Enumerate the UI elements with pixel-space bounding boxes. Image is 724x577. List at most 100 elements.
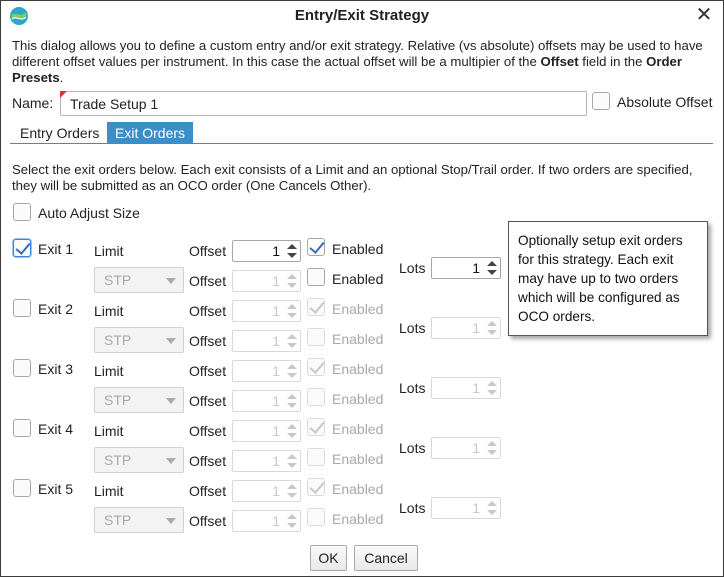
- description-bold-offset: Offset: [540, 54, 579, 69]
- exit-4-stop-type-select[interactable]: STP: [94, 447, 184, 473]
- auto-adjust-size-checkbox[interactable]: [13, 203, 31, 221]
- exit-1-limit-label: Limit: [94, 243, 124, 259]
- exit-3-limit-offset-label: Offset: [189, 363, 227, 379]
- exit-3-lots-value: 1: [472, 380, 480, 396]
- name-label: Name:: [12, 95, 54, 111]
- chevron-down-icon: [166, 518, 176, 524]
- exit-5-limit-label: Limit: [94, 483, 124, 499]
- exit-5-stop-offset-label: Offset: [189, 513, 227, 529]
- exit-5-checkbox[interactable]: [13, 479, 31, 497]
- exit-2-stop-offset-value: 1: [272, 333, 280, 349]
- exit-3-limit-enabled-checkbox[interactable]: [307, 358, 325, 376]
- exit-5-stop-enabled-label: Enabled: [332, 511, 384, 527]
- exit-3-limit-offset-value: 1: [272, 363, 280, 379]
- exit-3-stop-offset-stepper[interactable]: 1: [232, 390, 301, 412]
- spinner-arrows-icon[interactable]: [287, 484, 297, 498]
- exit-5-stop-offset-stepper[interactable]: 1: [232, 510, 301, 532]
- exit-3-stop-enabled-checkbox[interactable]: [307, 388, 325, 406]
- exit-5-limit-enabled-checkbox[interactable]: [307, 478, 325, 496]
- exit-2-limit-offset-stepper[interactable]: 1: [232, 300, 301, 322]
- exit-3-stop-enabled-label: Enabled: [332, 391, 384, 407]
- exit-4-lots-stepper[interactable]: 1: [431, 437, 501, 459]
- exit-4-stop-offset-stepper[interactable]: 1: [232, 450, 301, 472]
- absolute-offset-checkbox[interactable]: [592, 92, 610, 110]
- exit-4-lots-label: Lots: [399, 440, 426, 456]
- spinner-arrows-icon[interactable]: [287, 334, 297, 348]
- exit-4-limit-label: Limit: [94, 423, 124, 439]
- exit-2-limit-offset-value: 1: [272, 303, 280, 319]
- exit-1-checkbox[interactable]: [13, 239, 31, 257]
- spinner-arrows-icon[interactable]: [287, 454, 297, 468]
- exit-2-stop-enabled-checkbox[interactable]: [307, 328, 325, 346]
- tab-entry-orders[interactable]: Entry Orders: [12, 122, 107, 144]
- exit-2-lots-stepper[interactable]: 1: [431, 317, 501, 339]
- title-bar: Entry/Exit Strategy ✕: [1, 1, 723, 31]
- name-input[interactable]: [60, 91, 587, 116]
- ok-button[interactable]: OK: [310, 545, 347, 571]
- exit-5-label: Exit 5: [38, 481, 74, 497]
- exit-2-label: Exit 2: [38, 301, 74, 317]
- exit-3-lots-stepper[interactable]: 1: [431, 377, 501, 399]
- exit-2-lots-value: 1: [472, 320, 480, 336]
- tab-exit-orders[interactable]: Exit Orders: [107, 122, 194, 144]
- exit-1-limit-enabled-label: Enabled: [332, 241, 384, 257]
- spinner-arrows-icon[interactable]: [287, 364, 297, 378]
- dialog-title: Entry/Exit Strategy: [294, 7, 430, 24]
- exit-2-limit-enabled-checkbox[interactable]: [307, 298, 325, 316]
- exit-1-stop-offset-stepper[interactable]: 1: [232, 270, 301, 292]
- exit-orders-tooltip: Optionally setup exit orders for this st…: [508, 221, 708, 336]
- tab-underline: [10, 143, 713, 144]
- exit-2-stop-type-value: STP: [104, 332, 132, 348]
- close-icon[interactable]: ✕: [693, 4, 715, 26]
- spinner-arrows-icon[interactable]: [487, 501, 497, 515]
- chevron-down-icon: [166, 398, 176, 404]
- exit-5-lots-stepper[interactable]: 1: [431, 497, 501, 519]
- exit-2-stop-offset-stepper[interactable]: 1: [232, 330, 301, 352]
- spinner-arrows-icon[interactable]: [287, 244, 297, 258]
- exit-5-stop-enabled-checkbox[interactable]: [307, 508, 325, 526]
- exit-3-stop-type-select[interactable]: STP: [94, 387, 184, 413]
- exit-1-limit-enabled-checkbox[interactable]: [307, 238, 325, 256]
- exit-2-stop-offset-label: Offset: [189, 333, 227, 349]
- exit-1-limit-offset-stepper[interactable]: 1: [232, 240, 301, 262]
- exit-2-stop-type-select[interactable]: STP: [94, 327, 184, 353]
- exit-4-limit-offset-stepper[interactable]: 1: [232, 420, 301, 442]
- exit-5-stop-type-select[interactable]: STP: [94, 507, 184, 533]
- spinner-arrows-icon[interactable]: [287, 514, 297, 528]
- exit-1-stop-type-select[interactable]: STP: [94, 267, 184, 293]
- exit-4-limit-enabled-checkbox[interactable]: [307, 418, 325, 436]
- exit-3-limit-offset-stepper[interactable]: 1: [232, 360, 301, 382]
- exit-1-stop-enabled-checkbox[interactable]: [307, 268, 325, 286]
- spinner-arrows-icon[interactable]: [287, 424, 297, 438]
- exit-4-stop-enabled-checkbox[interactable]: [307, 448, 325, 466]
- chevron-down-icon: [166, 458, 176, 464]
- exit-2-checkbox[interactable]: [13, 299, 31, 317]
- chevron-down-icon: [166, 278, 176, 284]
- exit-4-stop-offset-label: Offset: [189, 453, 227, 469]
- spinner-arrows-icon[interactable]: [287, 304, 297, 318]
- exit-2-lots-label: Lots: [399, 320, 426, 336]
- exit-3-stop-offset-value: 1: [272, 393, 280, 409]
- exit-5-lots-label: Lots: [399, 500, 426, 516]
- spinner-arrows-icon[interactable]: [487, 261, 497, 275]
- exit-5-stop-offset-value: 1: [272, 513, 280, 529]
- exit-5-lots-value: 1: [472, 500, 480, 516]
- exit-3-limit-label: Limit: [94, 363, 124, 379]
- exit-1-label: Exit 1: [38, 241, 74, 257]
- chevron-down-icon: [166, 338, 176, 344]
- spinner-arrows-icon[interactable]: [287, 274, 297, 288]
- spinner-arrows-icon[interactable]: [287, 394, 297, 408]
- exit-1-limit-offset-label: Offset: [189, 243, 227, 259]
- exit-1-lots-stepper[interactable]: 1: [431, 257, 501, 279]
- spinner-arrows-icon[interactable]: [487, 381, 497, 395]
- exit-5-limit-offset-stepper[interactable]: 1: [232, 480, 301, 502]
- exit-4-checkbox[interactable]: [13, 419, 31, 437]
- exit-5-stop-type-value: STP: [104, 512, 132, 528]
- exit-4-limit-offset-value: 1: [272, 423, 280, 439]
- exit-3-stop-type-value: STP: [104, 392, 132, 408]
- spinner-arrows-icon[interactable]: [487, 441, 497, 455]
- cancel-button[interactable]: Cancel: [354, 545, 418, 571]
- exit-4-lots-value: 1: [472, 440, 480, 456]
- exit-3-checkbox[interactable]: [13, 359, 31, 377]
- spinner-arrows-icon[interactable]: [487, 321, 497, 335]
